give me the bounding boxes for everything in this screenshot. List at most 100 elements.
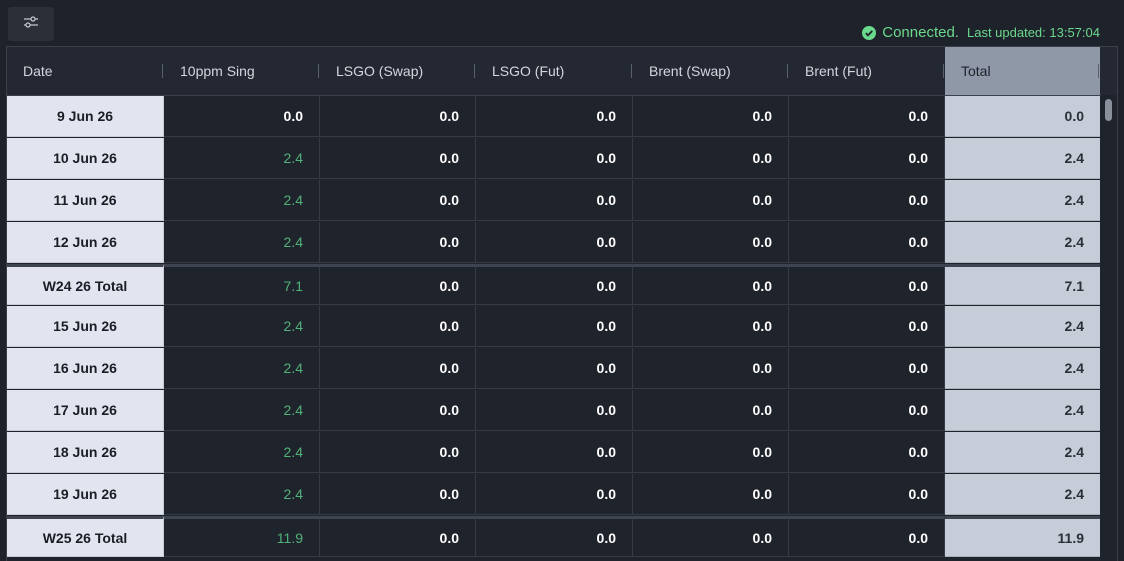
value-cell[interactable]: 11.9 (164, 516, 320, 557)
total-cell[interactable]: 2.4 (945, 138, 1100, 179)
value-cell[interactable]: 0.0 (789, 474, 945, 515)
value-cell[interactable]: 0.0 (633, 516, 789, 557)
table-row[interactable]: 17 Jun 26 2.4 0.0 0.0 0.0 0.0 2.4 (7, 390, 1100, 432)
column-header-lsgo-swap[interactable]: LSGO (Swap) (320, 47, 476, 95)
value-cell[interactable]: 0.0 (320, 180, 476, 221)
column-header-lsgo-fut[interactable]: LSGO (Fut) (476, 47, 633, 95)
column-resize-handle[interactable] (318, 64, 319, 78)
value-cell[interactable]: 0.0 (789, 96, 945, 137)
date-cell[interactable]: W25 26 Total (7, 516, 164, 557)
total-cell[interactable]: 11.9 (945, 516, 1100, 557)
total-cell[interactable]: 2.4 (945, 474, 1100, 515)
value-cell[interactable]: 2.4 (164, 138, 320, 179)
total-cell[interactable]: 0.0 (945, 96, 1100, 137)
date-cell[interactable]: 9 Jun 26 (7, 96, 164, 137)
subtotal-row[interactable]: W25 26 Total 11.9 0.0 0.0 0.0 0.0 11.9 (7, 516, 1100, 558)
total-cell[interactable]: 2.4 (945, 180, 1100, 221)
column-header-brent-fut[interactable]: Brent (Fut) (789, 47, 945, 95)
total-cell[interactable]: 2.4 (945, 390, 1100, 431)
value-cell[interactable]: 2.4 (164, 222, 320, 263)
value-cell[interactable]: 0.0 (633, 306, 789, 347)
value-cell[interactable]: 0.0 (476, 306, 633, 347)
scrollbar-thumb[interactable] (1105, 99, 1112, 121)
value-cell[interactable]: 0.0 (320, 138, 476, 179)
table-row[interactable]: 11 Jun 26 2.4 0.0 0.0 0.0 0.0 2.4 (7, 180, 1100, 222)
value-cell[interactable]: 0.0 (476, 138, 633, 179)
value-cell[interactable]: 0.0 (633, 474, 789, 515)
value-cell[interactable]: 0.0 (476, 264, 633, 305)
column-resize-handle[interactable] (787, 64, 788, 78)
value-cell[interactable]: 0.0 (789, 138, 945, 179)
value-cell[interactable]: 2.4 (164, 390, 320, 431)
value-cell[interactable]: 0.0 (633, 222, 789, 263)
value-cell[interactable]: 0.0 (320, 306, 476, 347)
value-cell[interactable]: 0.0 (789, 306, 945, 347)
value-cell[interactable]: 0.0 (476, 96, 633, 137)
date-cell[interactable]: 17 Jun 26 (7, 390, 164, 431)
value-cell[interactable]: 0.0 (633, 96, 789, 137)
total-cell[interactable]: 2.4 (945, 306, 1100, 347)
table-row[interactable]: 9 Jun 26 0.0 0.0 0.0 0.0 0.0 0.0 (7, 96, 1100, 138)
value-cell[interactable]: 2.4 (164, 348, 320, 389)
value-cell[interactable]: 0.0 (320, 222, 476, 263)
date-cell[interactable]: 11 Jun 26 (7, 180, 164, 221)
subtotal-row[interactable]: W24 26 Total 7.1 0.0 0.0 0.0 0.0 7.1 (7, 264, 1100, 306)
value-cell[interactable]: 0.0 (476, 516, 633, 557)
value-cell[interactable]: 0.0 (476, 474, 633, 515)
column-header-date[interactable]: Date (7, 47, 164, 95)
value-cell[interactable]: 0.0 (789, 516, 945, 557)
value-cell[interactable]: 0.0 (789, 390, 945, 431)
date-cell[interactable]: 16 Jun 26 (7, 348, 164, 389)
value-cell[interactable]: 0.0 (476, 180, 633, 221)
value-cell[interactable]: 0.0 (320, 264, 476, 305)
date-cell[interactable]: W24 26 Total (7, 264, 164, 305)
total-cell[interactable]: 7.1 (945, 264, 1100, 305)
value-cell[interactable]: 0.0 (320, 390, 476, 431)
vertical-scrollbar[interactable] (1101, 95, 1117, 561)
settings-button[interactable] (8, 7, 54, 41)
date-cell[interactable]: 15 Jun 26 (7, 306, 164, 347)
value-cell[interactable]: 0.0 (320, 348, 476, 389)
value-cell[interactable]: 2.4 (164, 474, 320, 515)
table-row[interactable]: 19 Jun 26 2.4 0.0 0.0 0.0 0.0 2.4 (7, 474, 1100, 516)
value-cell[interactable]: 7.1 (164, 264, 320, 305)
value-cell[interactable]: 0.0 (164, 96, 320, 137)
column-resize-handle[interactable] (162, 64, 163, 78)
value-cell[interactable]: 0.0 (476, 348, 633, 389)
value-cell[interactable]: 0.0 (476, 390, 633, 431)
value-cell[interactable]: 0.0 (633, 264, 789, 305)
value-cell[interactable]: 0.0 (320, 432, 476, 473)
value-cell[interactable]: 0.0 (320, 474, 476, 515)
value-cell[interactable]: 0.0 (789, 348, 945, 389)
total-cell[interactable]: 2.4 (945, 222, 1100, 263)
date-cell[interactable]: 18 Jun 26 (7, 432, 164, 473)
date-cell[interactable]: 10 Jun 26 (7, 138, 164, 179)
column-header-brent-swap[interactable]: Brent (Swap) (633, 47, 789, 95)
table-row[interactable]: 18 Jun 26 2.4 0.0 0.0 0.0 0.0 2.4 (7, 432, 1100, 474)
column-header-10ppm-sing[interactable]: 10ppm Sing (164, 47, 320, 95)
value-cell[interactable]: 0.0 (633, 432, 789, 473)
value-cell[interactable]: 0.0 (789, 264, 945, 305)
date-cell[interactable]: 19 Jun 26 (7, 474, 164, 515)
value-cell[interactable]: 0.0 (476, 222, 633, 263)
value-cell[interactable]: 0.0 (320, 96, 476, 137)
value-cell[interactable]: 0.0 (633, 138, 789, 179)
value-cell[interactable]: 0.0 (633, 348, 789, 389)
value-cell[interactable]: 2.4 (164, 306, 320, 347)
value-cell[interactable]: 0.0 (320, 516, 476, 557)
value-cell[interactable]: 2.4 (164, 432, 320, 473)
value-cell[interactable]: 0.0 (789, 222, 945, 263)
table-row[interactable]: 12 Jun 26 2.4 0.0 0.0 0.0 0.0 2.4 (7, 222, 1100, 264)
value-cell[interactable]: 0.0 (789, 180, 945, 221)
table-row[interactable]: 16 Jun 26 2.4 0.0 0.0 0.0 0.0 2.4 (7, 348, 1100, 390)
column-resize-handle[interactable] (474, 64, 475, 78)
table-row[interactable]: 15 Jun 26 2.4 0.0 0.0 0.0 0.0 2.4 (7, 306, 1100, 348)
value-cell[interactable]: 0.0 (633, 390, 789, 431)
total-cell[interactable]: 2.4 (945, 348, 1100, 389)
table-row[interactable]: 10 Jun 26 2.4 0.0 0.0 0.0 0.0 2.4 (7, 138, 1100, 180)
total-cell[interactable]: 2.4 (945, 432, 1100, 473)
column-resize-handle[interactable] (943, 64, 944, 78)
value-cell[interactable]: 2.4 (164, 180, 320, 221)
value-cell[interactable]: 0.0 (633, 180, 789, 221)
column-resize-handle[interactable] (631, 64, 632, 78)
